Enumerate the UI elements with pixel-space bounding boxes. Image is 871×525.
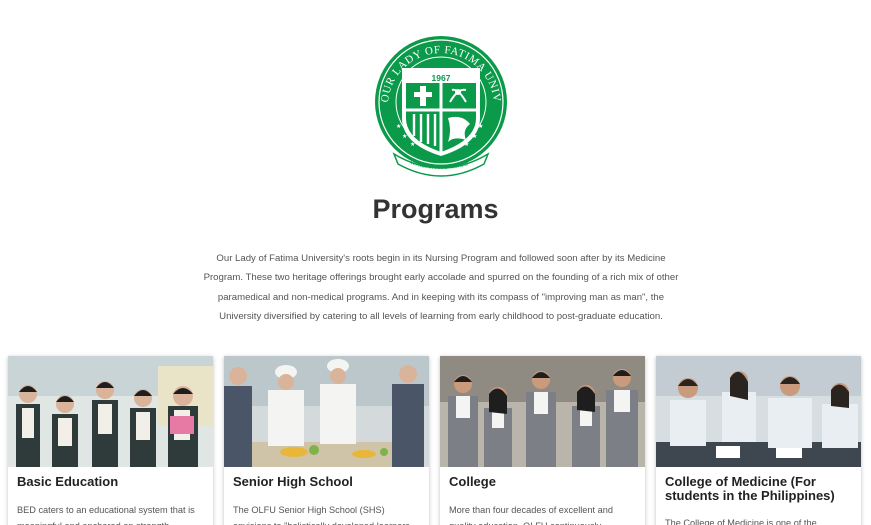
svg-text:★: ★: [396, 123, 401, 130]
program-card-text: The College of Medicine is one of the: [665, 518, 817, 525]
students-photo: [8, 356, 213, 467]
university-seal-logo: OUR LADY OF FATIMA UNIVERSITY ★★★ ★★★ 19…: [370, 32, 507, 177]
program-card-title[interactable]: Senior High School: [233, 475, 423, 489]
programs-page: OUR LADY OF FATIMA UNIVERSITY ★★★ ★★★ 19…: [0, 0, 871, 525]
program-card-text: More than four decades of excellent and …: [449, 505, 613, 525]
program-card-text: BED caters to an educational system that…: [17, 505, 195, 525]
culinary-students-photo: [224, 356, 429, 467]
program-card-text: The OLFU Senior High School (SHS) envisi…: [233, 505, 410, 525]
program-card-title[interactable]: College of Medicine (For students in the…: [665, 475, 855, 502]
program-cards: Basic Education BED caters to an educati…: [8, 356, 868, 525]
medical-students-photo: [656, 356, 861, 467]
program-card-title[interactable]: College: [449, 475, 639, 489]
program-card-college-of-medicine[interactable]: College of Medicine (For students in the…: [656, 356, 861, 525]
intro-paragraph: Our Lady of Fatima University's roots be…: [203, 253, 679, 323]
program-card-title[interactable]: Basic Education: [17, 475, 207, 489]
program-card-senior-high-school[interactable]: Senior High School The OLFU Senior High …: [224, 356, 429, 525]
seal-year: 1967: [432, 73, 451, 83]
page-title: Programs: [372, 194, 499, 224]
college-students-photo: [440, 356, 645, 467]
program-card-college[interactable]: College More than four decades of excell…: [440, 356, 645, 525]
program-card-basic-education[interactable]: Basic Education BED caters to an educati…: [8, 356, 213, 525]
